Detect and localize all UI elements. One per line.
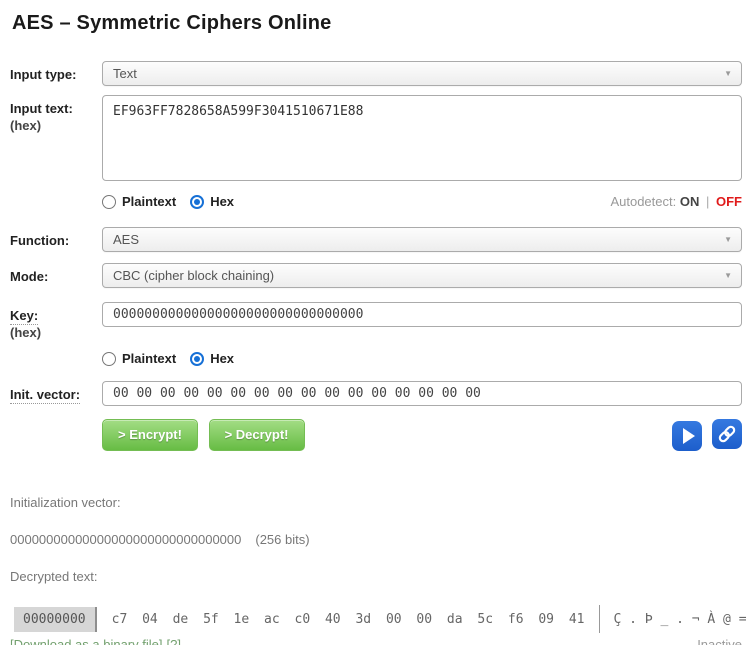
autodetect-separator: | [706, 194, 709, 209]
status-inactive-label: Inactive [697, 637, 742, 645]
mode-row: Mode: CBC (cipher block chaining) ▼ [10, 263, 742, 288]
key-label-main: Key: [10, 308, 38, 325]
key-label: Key: (hex) [10, 302, 102, 341]
download-binary-link[interactable]: [Download as a binary file] [10, 637, 162, 645]
input-format-plaintext-label: Plaintext [122, 194, 176, 209]
chevron-down-icon: ▼ [724, 264, 732, 287]
autodetect-label: Autodetect: [610, 194, 676, 209]
help-link[interactable]: [?] [166, 637, 180, 645]
autodetect-control: Autodetect: ON | OFF [610, 194, 742, 209]
autodetect-on-link[interactable]: ON [680, 194, 700, 209]
play-icon [683, 428, 695, 444]
function-label: Function: [10, 227, 102, 249]
decrypted-text-label: Decrypted text: [10, 569, 742, 584]
radio-unchecked-icon [102, 195, 116, 209]
download-links: [Download as a binary file] [?] [10, 637, 181, 645]
init-vector-label: Init. vector: [10, 381, 102, 403]
autodetect-off-link[interactable]: OFF [716, 194, 742, 209]
mode-select[interactable]: CBC (cipher block chaining) ▼ [102, 263, 742, 288]
mode-selected-value: CBC (cipher block chaining) [113, 268, 274, 283]
encrypt-button[interactable]: > Encrypt! [102, 419, 198, 451]
crypt-buttons: > Encrypt! > Decrypt! [102, 419, 312, 451]
action-buttons-row: > Encrypt! > Decrypt! [102, 419, 742, 451]
input-type-label: Input type: [10, 61, 102, 83]
input-type-selected-value: Text [113, 66, 137, 81]
input-format-hex-label: Hex [210, 194, 234, 209]
input-text-area[interactable]: EF963FF7828658A599F3041510671E88 [102, 95, 742, 181]
run-button[interactable] [672, 421, 702, 451]
radio-checked-icon [190, 195, 204, 209]
init-vector-input[interactable] [102, 381, 742, 406]
function-row: Function: AES ▼ [10, 227, 742, 252]
output-section: Initialization vector: 00000000000000000… [10, 495, 742, 645]
iv-output-label: Initialization vector: [10, 495, 742, 510]
aes-tool-page: AES – Symmetric Ciphers Online Input typ… [10, 12, 742, 645]
radio-unchecked-icon [102, 352, 116, 366]
input-format-hex-radio[interactable]: Hex [190, 194, 234, 209]
key-format-plaintext-label: Plaintext [122, 351, 176, 366]
chevron-down-icon: ▼ [724, 62, 732, 85]
decrypt-button[interactable]: > Decrypt! [209, 419, 305, 451]
input-text-row: Input text: (hex) EF963FF7828658A599F304… [10, 95, 742, 184]
key-row: Key: (hex) [10, 302, 742, 341]
page-title: AES – Symmetric Ciphers Online [12, 12, 742, 35]
chevron-down-icon: ▼ [724, 228, 732, 251]
input-format-group: Plaintext Hex [102, 194, 234, 209]
key-format-plaintext-radio[interactable]: Plaintext [102, 351, 176, 366]
iv-output-bits: (256 bits) [255, 532, 309, 547]
permalink-button[interactable] [712, 419, 742, 449]
hexdump-row: 00000000 c7 04 de 5f 1e ac c0 40 3d 00 0… [14, 605, 742, 633]
iv-output-line: 00000000000000000000000000000000 (256 bit… [10, 532, 742, 547]
input-text-label-hex: (hex) [10, 117, 102, 134]
function-select[interactable]: AES ▼ [102, 227, 742, 252]
function-selected-value: AES [113, 232, 139, 247]
key-format-group: Plaintext Hex [102, 351, 234, 366]
key-format-hex-radio[interactable]: Hex [190, 351, 234, 366]
input-format-plaintext-radio[interactable]: Plaintext [102, 194, 176, 209]
key-format-hex-label: Hex [210, 351, 234, 366]
hexdump-bytes: c7 04 de 5f 1e ac c0 40 3d 00 00 da 5c f… [112, 612, 585, 627]
key-input[interactable] [102, 302, 742, 327]
iv-output-value: 00000000000000000000000000000000 [10, 532, 241, 547]
output-footer-row: [Download as a binary file] [?] Inactive [10, 637, 742, 645]
radio-checked-icon [190, 352, 204, 366]
input-type-select[interactable]: Text ▼ [102, 61, 742, 86]
key-format-row: Plaintext Hex [102, 351, 742, 366]
input-text-label-main: Input text: [10, 100, 102, 117]
init-vector-row: Init. vector: [10, 381, 742, 406]
key-label-hex: (hex) [10, 324, 102, 341]
mode-label: Mode: [10, 263, 102, 285]
input-type-row: Input type: Text ▼ [10, 61, 742, 86]
chain-link-icon [717, 424, 737, 444]
hexdump-offset: 00000000 [14, 607, 97, 632]
tool-buttons [666, 419, 742, 451]
hexdump-divider [599, 605, 600, 633]
init-vector-label-main: Init. vector: [10, 387, 80, 404]
hexdump-ascii: Ç . Þ _ . ¬ À @ = . . Ú \ ö . A [613, 612, 752, 627]
input-text-label: Input text: (hex) [10, 95, 102, 134]
input-format-row: Plaintext Hex Autodetect: ON | OFF [102, 194, 742, 209]
